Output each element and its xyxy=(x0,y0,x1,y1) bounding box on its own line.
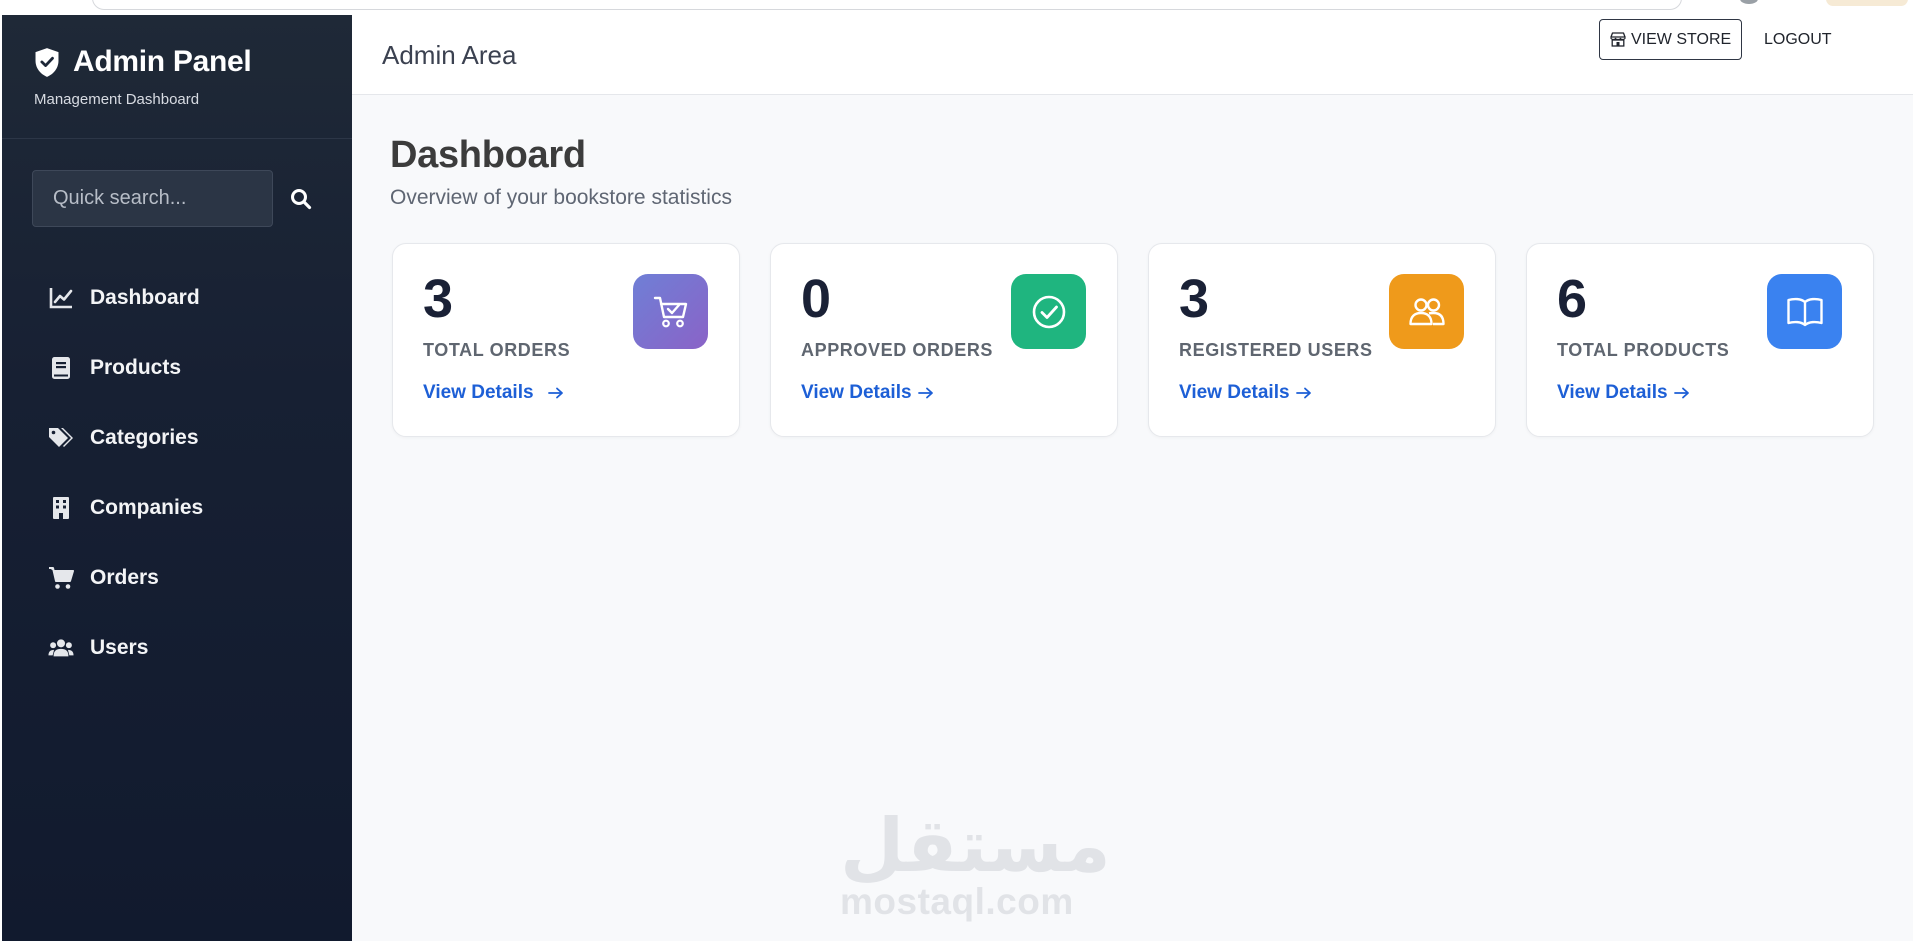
stat-card-total-products: 6 TOTAL PRODUCTS View Details xyxy=(1526,243,1874,437)
stat-label: REGISTERED USERS xyxy=(1179,340,1373,360)
browser-strip xyxy=(0,0,1917,15)
address-bar[interactable] xyxy=(92,0,1682,10)
sidebar-item-orders[interactable]: Orders xyxy=(2,543,352,613)
watermark-latin: mostaql.com xyxy=(840,881,1074,922)
logout-button[interactable]: LOGOUT xyxy=(1764,19,1832,60)
page-title: Dashboard xyxy=(390,134,586,176)
stat-card-total-orders: 3 TOTAL ORDERS View Details xyxy=(392,243,740,437)
arrow-right-icon xyxy=(1673,387,1690,399)
watermark-arabic: مستقل xyxy=(840,803,1111,889)
shopping-cart-icon xyxy=(633,274,708,349)
book-icon xyxy=(48,355,74,381)
cart-icon xyxy=(48,565,74,591)
stat-label: TOTAL ORDERS xyxy=(423,340,571,360)
search-icon xyxy=(291,188,312,209)
arrow-right-icon xyxy=(547,387,564,399)
view-details-label: View Details xyxy=(1557,382,1668,403)
main-content: Admin Area xyxy=(352,15,1913,941)
view-store-button[interactable]: VIEW STORE xyxy=(1599,19,1743,60)
arrow-right-icon xyxy=(917,387,934,399)
sidebar-item-label: Products xyxy=(90,356,182,379)
stat-value: 0 xyxy=(801,269,832,329)
brand-row: Admin Panel xyxy=(33,45,352,79)
stat-label: APPROVED ORDERS xyxy=(801,340,994,360)
open-book-icon xyxy=(1767,274,1842,349)
quick-search xyxy=(32,170,325,227)
check-circle-icon xyxy=(1011,274,1086,349)
sidebar-item-companies[interactable]: Companies xyxy=(2,473,352,543)
users-icon xyxy=(1389,274,1464,349)
store-icon xyxy=(1610,32,1626,47)
sidebar-item-label: Orders xyxy=(90,566,159,589)
sidebar-item-products[interactable]: Products xyxy=(2,333,352,403)
view-details-link[interactable]: View Details xyxy=(423,382,564,404)
sidebar-item-label: Companies xyxy=(90,496,204,519)
watermark: مستقل mostaql.com xyxy=(840,803,1111,922)
page-subtitle: Overview of your bookstore statistics xyxy=(390,186,732,209)
stat-label: TOTAL PRODUCTS xyxy=(1557,340,1730,360)
stat-value: 3 xyxy=(423,269,454,329)
extension-pill[interactable] xyxy=(1826,0,1908,6)
view-store-label: VIEW STORE xyxy=(1631,30,1732,48)
sidebar: Admin Panel Management Dashboard Dashboa… xyxy=(2,15,352,941)
profile-icon[interactable] xyxy=(1740,0,1758,4)
stat-value: 6 xyxy=(1557,269,1588,329)
sidebar-item-label: Categories xyxy=(90,426,199,449)
view-details-label: View Details xyxy=(801,382,912,403)
sidebar-nav: Dashboard Products Categories Companies xyxy=(2,263,352,683)
shield-check-icon xyxy=(35,47,59,77)
view-details-label: View Details xyxy=(1179,382,1290,403)
brand-title: Admin Panel xyxy=(73,45,252,78)
sidebar-item-categories[interactable]: Categories xyxy=(2,403,352,473)
sidebar-item-label: Dashboard xyxy=(90,286,200,309)
view-details-link[interactable]: View Details xyxy=(1179,382,1312,404)
stat-card-registered-users: 3 REGISTERED USERS View Details xyxy=(1148,243,1496,437)
building-icon xyxy=(48,495,74,521)
tags-icon xyxy=(48,425,74,451)
chart-line-icon xyxy=(48,285,74,311)
sidebar-item-users[interactable]: Users xyxy=(2,613,352,683)
sidebar-item-label: Users xyxy=(90,636,149,659)
brand: Admin Panel Management Dashboard xyxy=(2,15,352,139)
search-button[interactable] xyxy=(277,170,325,227)
search-input[interactable] xyxy=(32,170,273,227)
header-title: Admin Area xyxy=(382,40,517,70)
sidebar-item-dashboard[interactable]: Dashboard xyxy=(2,263,352,333)
view-details-link[interactable]: View Details xyxy=(1557,382,1690,404)
view-details-label: View Details xyxy=(423,382,534,403)
users-icon xyxy=(48,635,74,661)
arrow-right-icon xyxy=(1295,387,1312,399)
stat-card-approved-orders: 0 APPROVED ORDERS View Details xyxy=(770,243,1118,437)
stat-value: 3 xyxy=(1179,269,1210,329)
brand-subtitle: Management Dashboard xyxy=(34,91,200,108)
view-details-link[interactable]: View Details xyxy=(801,382,934,404)
